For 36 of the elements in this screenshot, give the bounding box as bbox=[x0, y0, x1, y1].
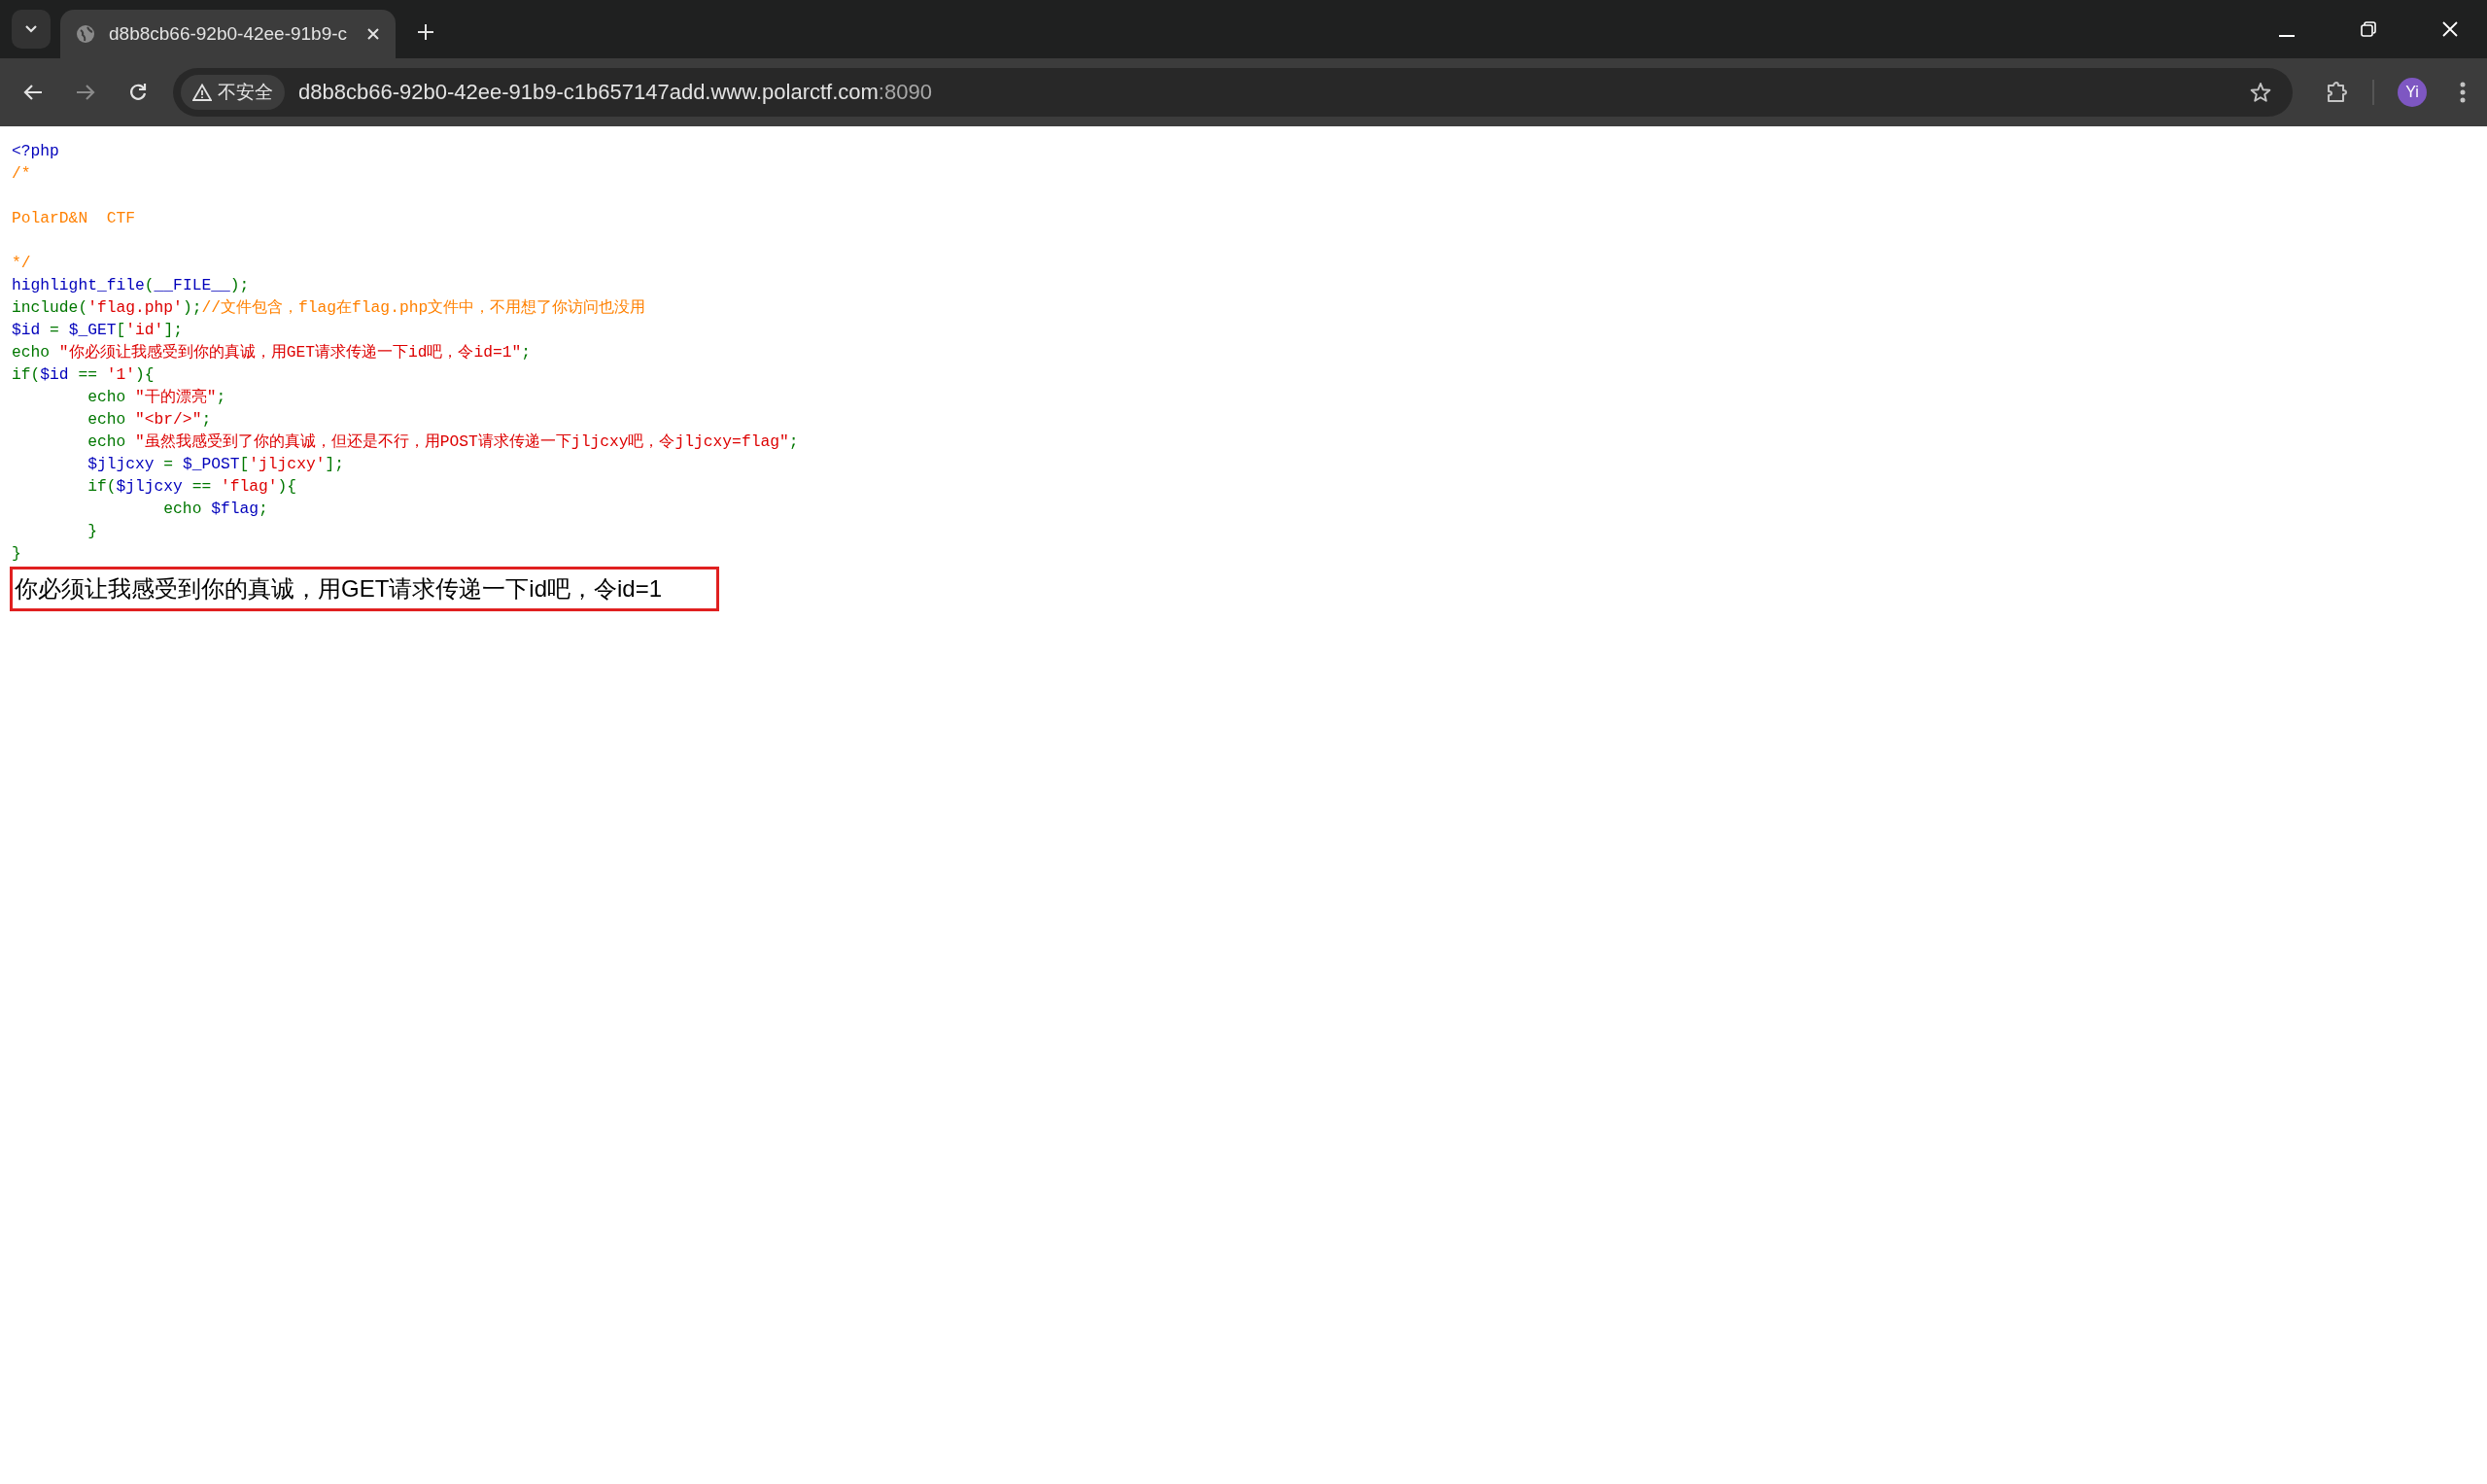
plus-icon[interactable] bbox=[417, 23, 434, 41]
code-line: <?php bbox=[12, 141, 59, 162]
code-line: echo $flag; bbox=[162, 499, 268, 520]
code-line: if($jljcxy == 'flag'){ bbox=[86, 476, 297, 498]
code-line: $jljcxy = $_POST['jljcxy']; bbox=[86, 454, 344, 475]
code-line: echo "<br/>"; bbox=[86, 409, 212, 431]
back-arrow-icon[interactable] bbox=[23, 84, 43, 101]
code-line: include('flag.php');//文件包含，flag在flag.php文件中，不用想了你访问也没用 bbox=[12, 297, 646, 319]
more-vertical-icon[interactable] bbox=[2460, 82, 2466, 103]
close-icon[interactable] bbox=[366, 27, 380, 41]
chevron-down-icon bbox=[24, 24, 38, 34]
code-line: } bbox=[86, 521, 97, 542]
globe-icon bbox=[76, 24, 95, 44]
code-line: echo "虽然我感受到了你的真诚，但还是不行，用POST请求传递一下jljcxy吧，令jljcxy=flag"; bbox=[86, 431, 799, 453]
code-line: /* bbox=[12, 163, 31, 185]
forward-arrow-icon[interactable] bbox=[76, 84, 95, 101]
reload-icon[interactable] bbox=[128, 83, 148, 102]
warning-icon bbox=[192, 84, 212, 101]
tab-title: d8b8cb66-92b0-42ee-91b9-c bbox=[109, 23, 349, 45]
puzzle-piece-icon[interactable] bbox=[2326, 81, 2349, 104]
code-line: echo "你必须让我感受到你的真诚，用GET请求传递一下id吧，令id=1"; bbox=[12, 342, 532, 363]
code-line: $id = $_GET['id']; bbox=[12, 320, 183, 341]
code-line: */ bbox=[12, 253, 31, 274]
browser-tab[interactable]: d8b8cb66-92b0-42ee-91b9-c bbox=[60, 10, 396, 58]
code-line: } bbox=[12, 543, 21, 565]
output-message: 你必须让我感受到你的真诚，用GET请求传递一下id吧，令id=1 bbox=[10, 567, 719, 611]
restore-icon[interactable] bbox=[2361, 21, 2376, 37]
code-line: if($id == '1'){ bbox=[12, 364, 155, 386]
profile-avatar[interactable]: Yi bbox=[2398, 78, 2427, 107]
code-line: PolarD&N CTF bbox=[12, 208, 135, 229]
code-line: highlight_file(__FILE__); bbox=[12, 275, 250, 296]
star-icon[interactable] bbox=[2250, 82, 2271, 103]
address-bar[interactable]: 不安全 d8b8cb66-92b0-42ee-91b9-c1b657147add.www.polarctf.com:8090 bbox=[173, 68, 2293, 117]
code-line: echo "干的漂亮"; bbox=[86, 387, 226, 408]
security-chip[interactable]: 不安全 bbox=[181, 75, 285, 110]
url-text: d8b8cb66-92b0-42ee-91b9-c1b657147add.www.polarctf.com:8090 bbox=[298, 80, 932, 105]
